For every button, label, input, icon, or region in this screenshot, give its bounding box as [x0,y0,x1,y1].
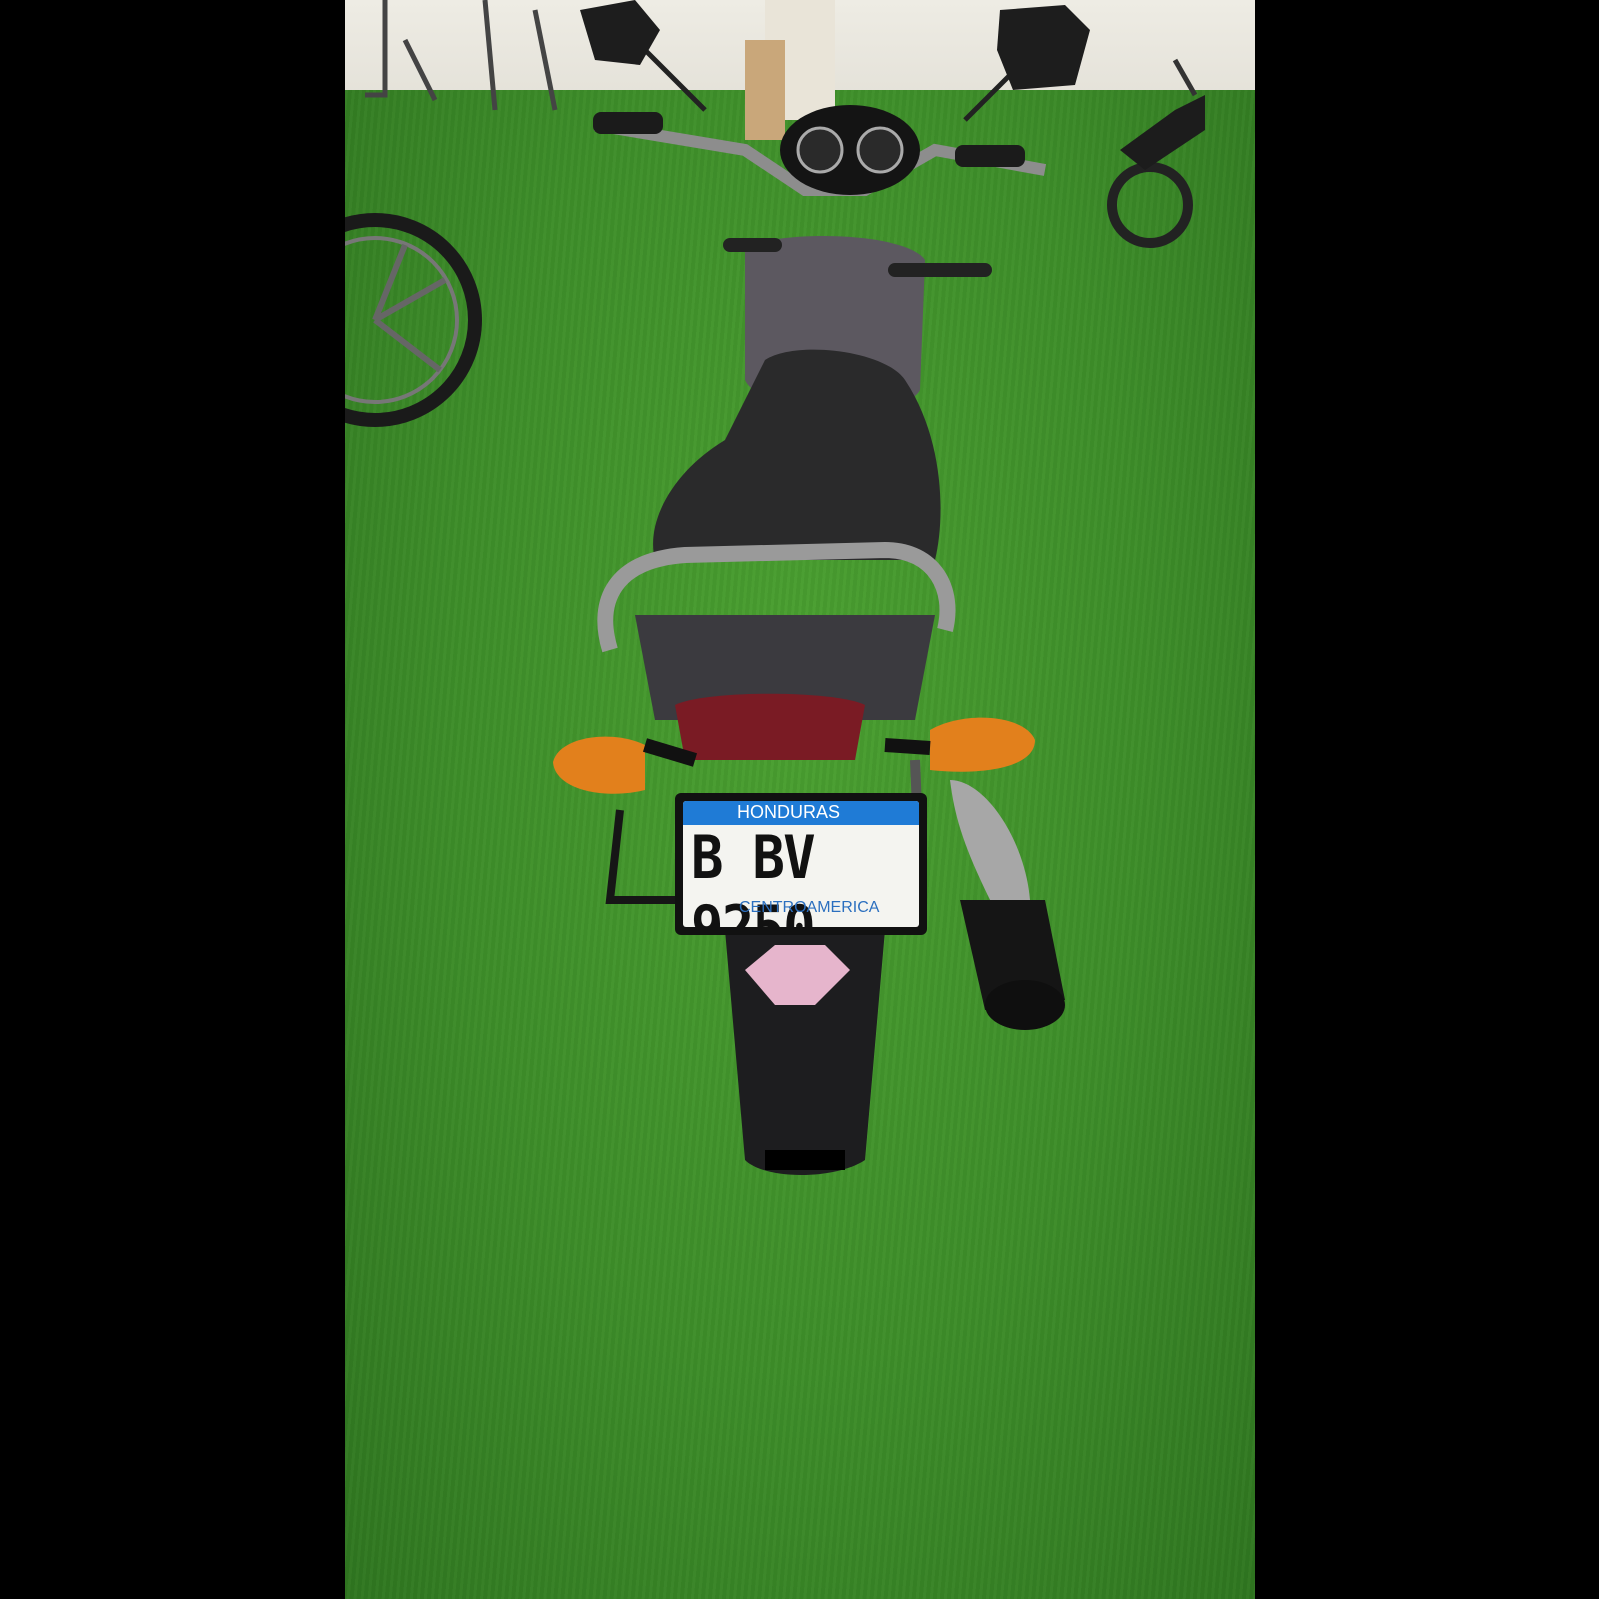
tail-light [675,693,865,760]
background-motorcycle [1107,58,1205,248]
instrument-cluster [780,105,920,195]
plate-region: CENTROAMERICA [739,899,880,916]
exhaust-heat-shield [950,780,1030,910]
motorcycle-photo: HONDURAS B BV 9250 CENTROAMERICA [345,0,1255,1599]
license-plate-face: HONDURAS B BV 9250 CENTROAMERICA [683,801,919,927]
side-bracket [605,809,675,904]
left-bike-wheel [345,213,482,427]
cardboard-box [745,40,785,140]
right-mirror [997,5,1090,90]
seat [653,349,941,560]
license-plate: HONDURAS B BV 9250 CENTROAMERICA [675,793,927,935]
background-chairs [365,0,558,111]
plate-country: HONDURAS [737,802,841,822]
